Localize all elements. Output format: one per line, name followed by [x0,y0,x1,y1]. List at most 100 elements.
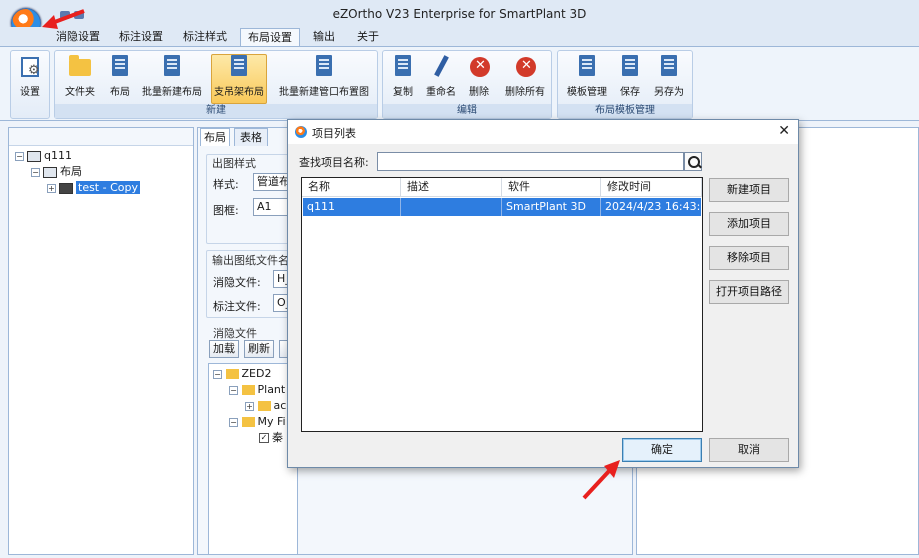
new-project-button[interactable]: 新建项目 [709,178,789,202]
ok-button[interactable]: 确定 [622,438,702,462]
output-style-title: 出图样式 [212,157,256,170]
close-icon[interactable]: ✕ [778,123,790,139]
dialog-title-bar: 项目列表 ✕ [288,120,798,144]
file-tree-ac[interactable]: + ac [245,398,286,414]
folder-icon [225,369,239,379]
annotation-arrow-orb [42,9,85,29]
ribbon: 设置 文件夹 布局 批量新建布局 支吊架布局 批量新建管口布置图 新建 复制 [0,46,919,121]
batch-new-layout-button[interactable]: 批量新建布局 [139,55,205,99]
column-header-description[interactable]: 描述 [401,178,502,197]
save-button[interactable]: 保存 [616,55,644,99]
search-label: 查找项目名称: [299,156,369,169]
pipe-layout-icon [316,55,332,76]
cell-name: q111 [303,198,401,216]
refresh-button[interactable]: 刷新 [244,340,274,358]
template-icon [579,55,595,76]
table-row[interactable]: q111 SmartPlant 3D 2024/4/23 16:43:38 [303,198,701,216]
collapse-icon[interactable]: − [213,369,222,379]
file-tree-root[interactable]: − ZED2 [213,366,271,382]
template-manage-button[interactable]: 模板管理 [564,55,610,99]
tab-layout-settings[interactable]: 布局设置 [240,28,300,47]
rename-button[interactable]: 重命名 [423,55,459,99]
file-tree-leaf[interactable]: ✓ 秦 [259,430,283,446]
drawing-node-icon [59,182,73,194]
project-list-dialog: 项目列表 ✕ 查找项目名称: 名称 描述 软件 修改时间 q111 SmartP… [287,119,799,468]
column-header-modified[interactable]: 修改时间 [601,178,702,197]
cell-software: SmartPlant 3D [502,198,601,216]
hidden-files-title: 消隐文件 [213,327,257,340]
copy-button[interactable]: 复制 [388,55,418,99]
file-tree-plant[interactable]: − Plant [229,382,285,398]
dialog-title: 项目列表 [312,127,356,140]
annotation-arrow-ok [582,460,620,500]
save-icon [622,55,638,76]
column-header-software[interactable]: 软件 [502,178,601,197]
batch-pipe-layout-button[interactable]: 批量新建管口布置图 [275,55,373,99]
tab-table[interactable]: 表格 [234,128,268,146]
app-logo-icon [295,126,307,138]
expand-icon[interactable]: + [245,401,254,411]
remove-project-button[interactable]: 移除项目 [709,246,789,270]
column-header-name[interactable]: 名称 [302,178,401,197]
project-node-icon [27,150,41,162]
load-button[interactable]: 加载 [209,340,239,358]
cell-description [401,198,502,216]
add-project-button[interactable]: 添加项目 [709,212,789,236]
expand-icon[interactable]: + [47,183,56,193]
folder-button[interactable]: 文件夹 [60,55,100,99]
project-list-header: 名称 描述 软件 修改时间 [302,178,702,197]
checkbox-checked[interactable]: ✓ [259,433,269,443]
tab-layout[interactable]: 布局 [200,128,230,146]
hidden-file-tree: − ZED2 − Plant + ac − My Fi ✓ 秦 [208,363,298,555]
support-layout-button[interactable]: 支吊架布局 [211,54,267,104]
frame-label: 图框: [213,204,239,217]
collapse-icon[interactable]: − [229,417,238,427]
hidden-file-label: 消隐文件: [213,276,261,289]
settings-button[interactable]: 设置 [13,55,47,99]
open-project-path-button[interactable]: 打开项目路径 [709,280,789,304]
project-search-input[interactable] [377,152,684,171]
delete-icon [470,57,490,77]
collapse-icon[interactable]: − [229,385,238,395]
project-tree-pane: − q111 − 布局 + test - Copy [8,127,194,555]
tree-node-layout[interactable]: − 布局 [31,164,82,180]
tree-node-root[interactable]: − q111 [15,148,72,164]
tab-output[interactable]: 输出 [306,28,342,47]
tree-pane-header [9,128,193,146]
support-layout-icon [231,55,247,76]
pencil-icon [434,55,449,77]
copy-icon [395,55,411,76]
delete-all-button[interactable]: 删除所有 [501,55,549,99]
save-as-button[interactable]: 另存为 [650,55,688,99]
style-label: 样式: [213,178,239,191]
ribbon-group-new: 文件夹 布局 批量新建布局 支吊架布局 批量新建管口布置图 新建 [54,50,378,119]
folder-icon [69,55,91,76]
title-bar: eZOrtho V23 Enterprise for SmartPlant 3D [0,0,919,27]
tab-annotation-styles[interactable]: 标注样式 [177,28,233,47]
gear-icon [21,57,40,78]
ribbon-group-label-template: 布局模板管理 [558,104,692,118]
search-icon[interactable] [684,152,702,171]
ribbon-tab-row: 消隐设置 标注设置 标注样式 布局设置 输出 关于 [0,27,919,47]
ribbon-group-label-edit: 编辑 [383,104,551,118]
layout-node-icon [43,166,57,178]
delete-all-icon [516,57,536,77]
tab-annotation-settings[interactable]: 标注设置 [113,28,169,47]
file-tree-myfi[interactable]: − My Fi [229,414,286,430]
tab-about[interactable]: 关于 [350,28,386,47]
layout-button[interactable]: 布局 [105,55,135,99]
save-as-icon [661,55,677,76]
cancel-button[interactable]: 取消 [709,438,789,462]
window-title: eZOrtho V23 Enterprise for SmartPlant 3D [332,7,587,21]
ribbon-group-label-new: 新建 [55,104,377,118]
collapse-icon[interactable]: − [15,151,24,161]
delete-button[interactable]: 删除 [465,55,493,99]
folder-icon [241,385,255,395]
layout-doc-icon [112,55,128,76]
ribbon-group-edit: 复制 重命名 删除 删除所有 编辑 [382,50,552,119]
folder-icon [241,417,255,427]
project-list[interactable]: 名称 描述 软件 修改时间 q111 SmartPlant 3D 2024/4/… [301,177,703,432]
ribbon-group-template: 模板管理 保存 另存为 布局模板管理 [557,50,693,119]
tree-node-test-copy[interactable]: + test - Copy [47,180,140,196]
collapse-icon[interactable]: − [31,167,40,177]
